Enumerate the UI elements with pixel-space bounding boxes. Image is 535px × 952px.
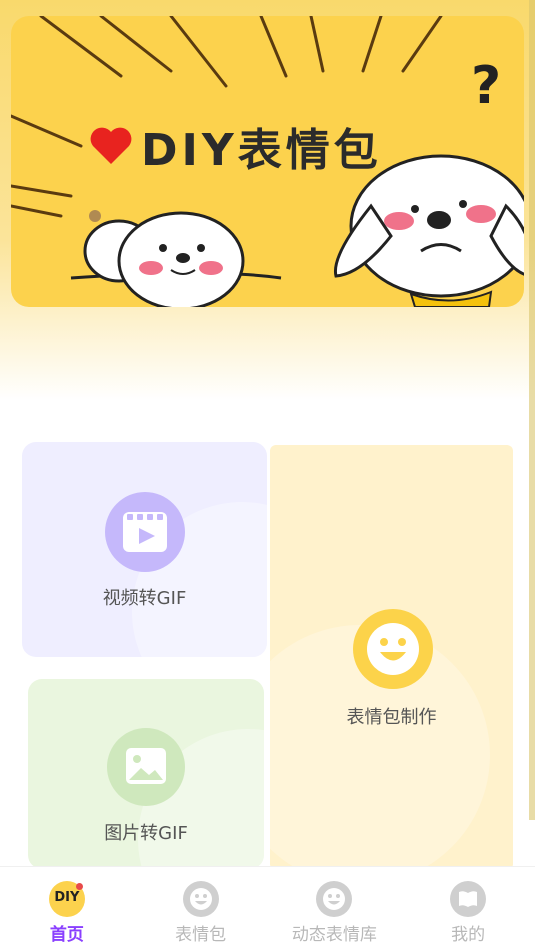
question-mark: ? [471,56,502,116]
image-to-gif-label: 图片转GIF [104,823,188,844]
tab-mine-label: 我的 [451,925,486,945]
book-icon [450,881,487,917]
video-icon [105,492,185,572]
hero-banner[interactable]: DIY表情包 ? [11,16,524,307]
tab-home[interactable]: DIY 首页 [0,867,134,952]
banner-title: DIY表情包 [141,125,382,176]
video-to-gif-card[interactable]: 视频转GIF [22,442,267,657]
image-icon [107,728,185,806]
smiley-icon [353,609,433,689]
emoji-maker-label: 表情包制作 [346,707,437,728]
bottom-tab-bar: DIY 首页 表情包 动态表情库 我的 [0,866,535,952]
tab-emoji-packs[interactable]: 表情包 [134,867,268,952]
tab-mine[interactable]: 我的 [401,867,535,952]
smiley-icon [316,881,353,917]
tab-emoji-packs-label: 表情包 [175,925,227,945]
video-to-gif-label: 视频转GIF [102,588,187,609]
tab-home-label: 首页 [49,925,84,945]
emoji-maker-card[interactable]: 表情包制作 [270,445,513,870]
smiley-icon [182,881,219,917]
heart-icon [90,127,132,164]
tab-animated-library[interactable]: 动态表情库 [268,867,402,952]
scrollbar[interactable] [529,0,535,820]
image-to-gif-card[interactable]: 图片转GIF [28,679,264,869]
diy-home-icon: DIY [48,881,85,917]
tab-animated-library-label: 动态表情库 [291,925,377,945]
